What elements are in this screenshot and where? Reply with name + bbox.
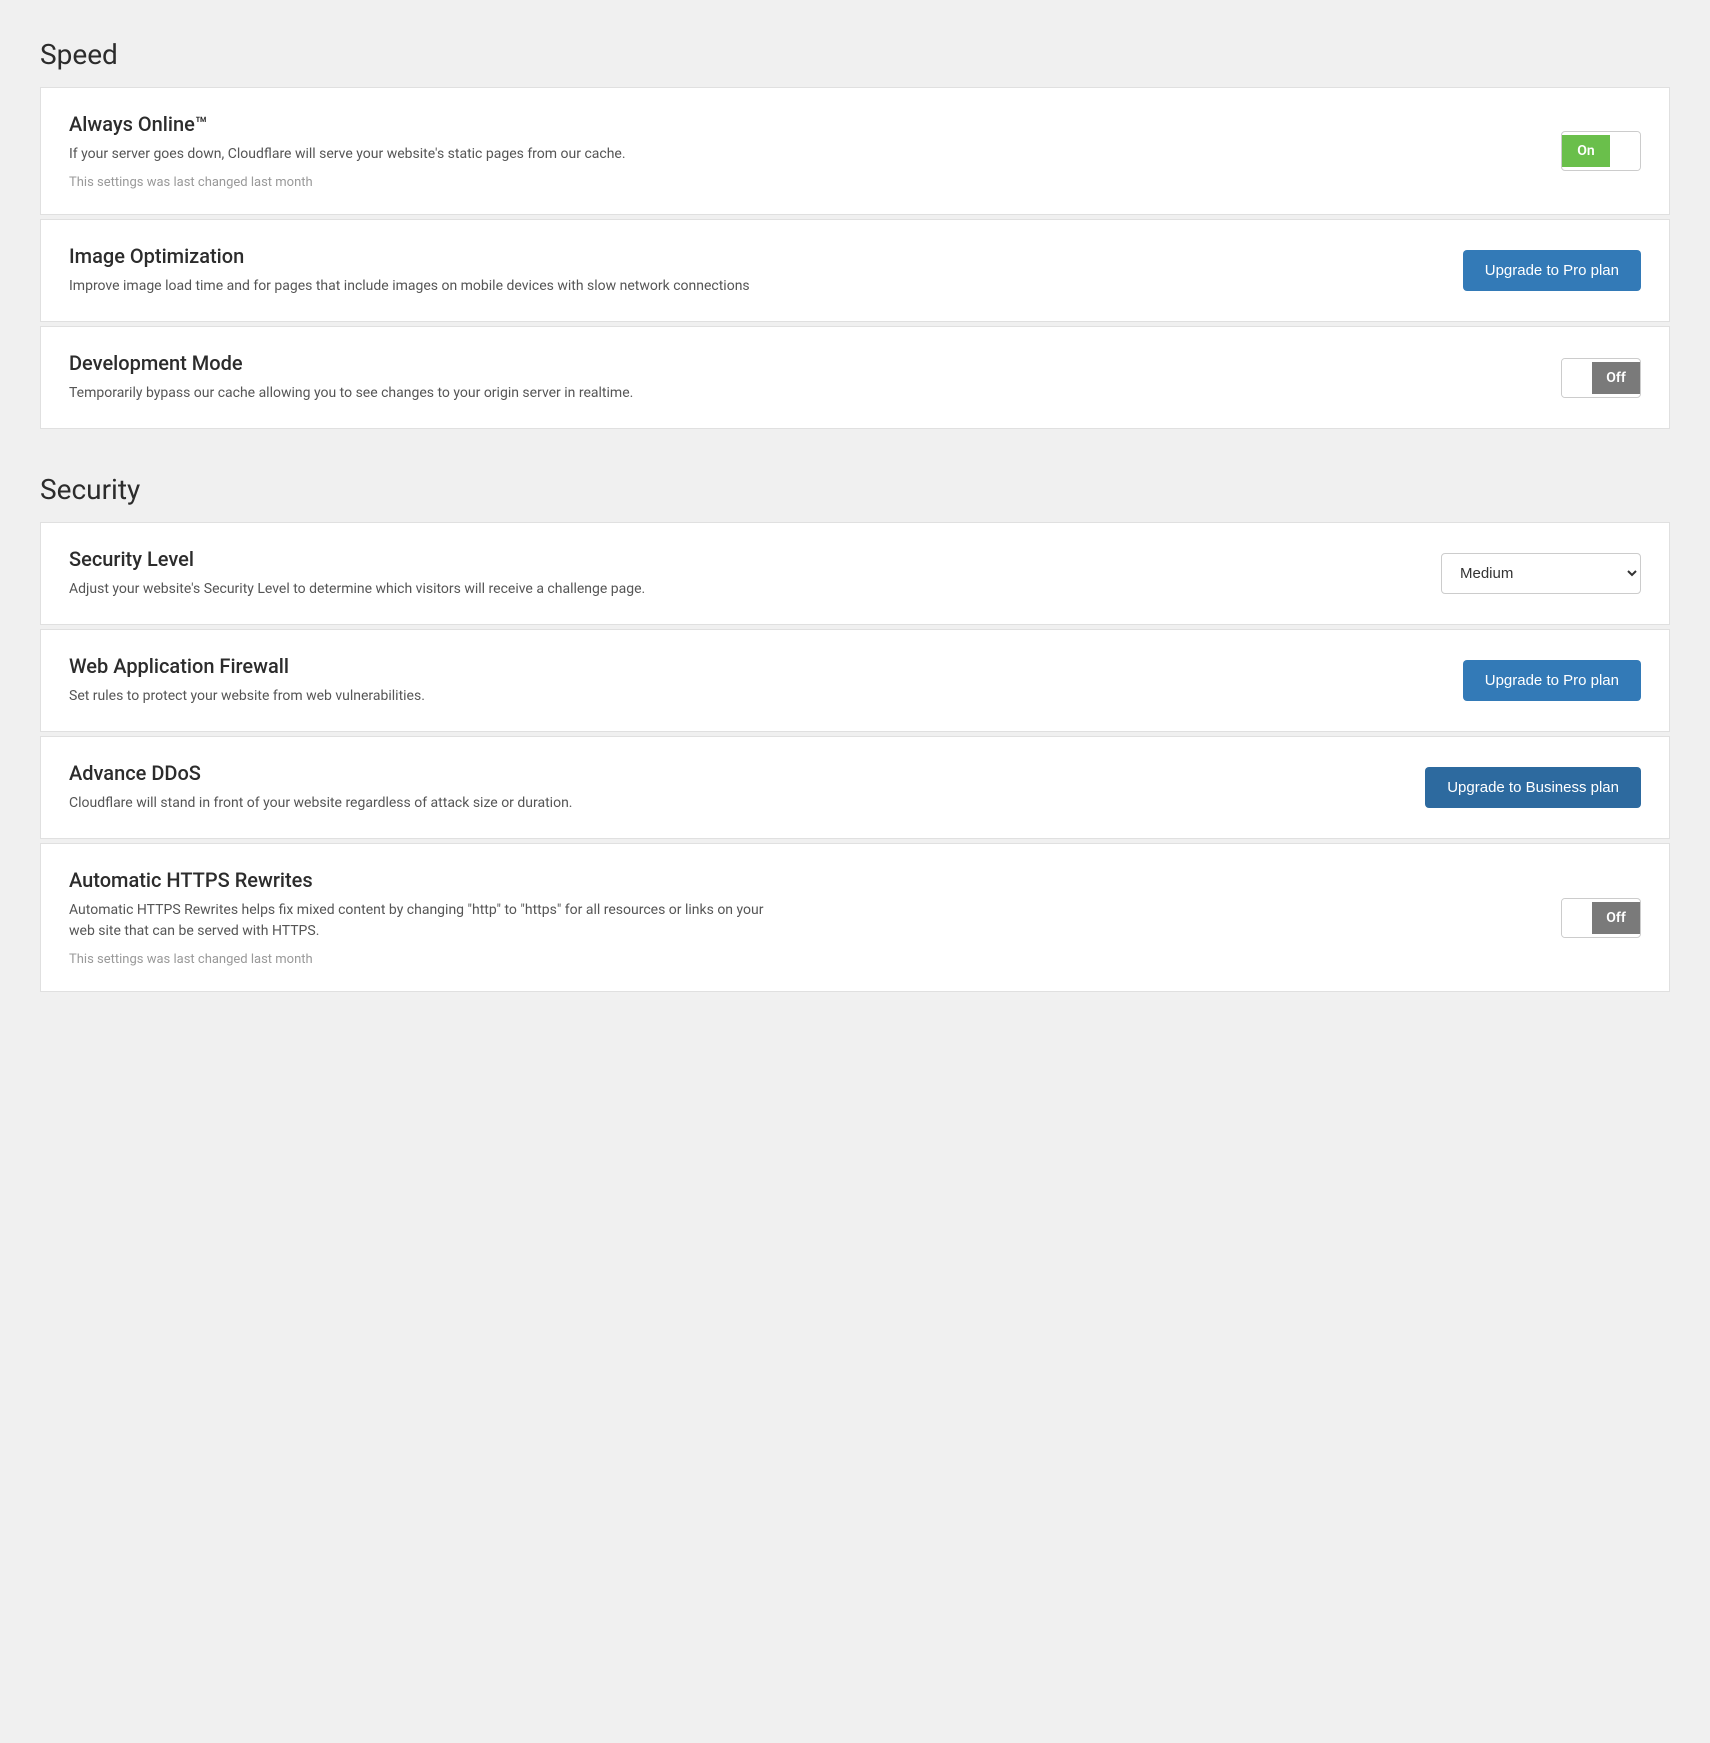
waf-row: Web Application Firewall Set rules to pr… [40,629,1670,732]
https-rewrites-row: Automatic HTTPS Rewrites Automatic HTTPS… [40,843,1670,992]
ddos-title: Advance DDoS [69,761,769,785]
security-settings-list: Security Level Adjust your website's Sec… [40,522,1670,996]
development-mode-title: Development Mode [69,351,769,375]
security-level-desc: Adjust your website's Security Level to … [69,579,769,600]
waf-control: Upgrade to Pro plan [1421,660,1641,701]
https-toggle-on-side[interactable] [1562,899,1592,937]
always-online-row: Always Online™ If your server goes down,… [40,87,1670,215]
https-rewrites-control: Off [1421,898,1641,938]
security-section-title: Security [40,473,1670,506]
toggle-on-label[interactable]: On [1562,135,1610,167]
security-level-control: Low Medium High I'm Under Attack! [1421,553,1641,594]
https-rewrites-desc: Automatic HTTPS Rewrites helps fix mixed… [69,900,769,942]
image-optimization-control: Upgrade to Pro plan [1421,250,1641,291]
toggle-off-side[interactable] [1610,132,1640,170]
security-level-title: Security Level [69,547,769,571]
development-mode-desc: Temporarily bypass our cache allowing yo… [69,383,769,404]
security-level-select[interactable]: Low Medium High I'm Under Attack! [1441,553,1641,594]
image-optimization-info: Image Optimization Improve image load ti… [69,244,769,297]
image-optimization-upgrade-button[interactable]: Upgrade to Pro plan [1463,250,1641,291]
ddos-row: Advance DDoS Cloudflare will stand in fr… [40,736,1670,839]
waf-desc: Set rules to protect your website from w… [69,686,769,707]
https-rewrites-info: Automatic HTTPS Rewrites Automatic HTTPS… [69,868,769,967]
always-online-desc: If your server goes down, Cloudflare wil… [69,144,769,165]
always-online-toggle[interactable]: On [1561,131,1641,171]
https-rewrites-meta: This settings was last changed last mont… [69,952,769,967]
security-level-row: Security Level Adjust your website's Sec… [40,522,1670,625]
speed-section-title: Speed [40,38,1670,71]
development-mode-row: Development Mode Temporarily bypass our … [40,326,1670,429]
https-rewrites-title: Automatic HTTPS Rewrites [69,868,769,892]
ddos-desc: Cloudflare will stand in front of your w… [69,793,769,814]
ddos-control: Upgrade to Business plan [1421,767,1641,808]
speed-settings-list: Always Online™ If your server goes down,… [40,87,1670,433]
development-mode-control: Off [1421,358,1641,398]
image-optimization-row: Image Optimization Improve image load ti… [40,219,1670,322]
always-online-control: On [1421,131,1641,171]
image-optimization-title: Image Optimization [69,244,769,268]
always-online-title: Always Online™ [69,112,769,136]
waf-title: Web Application Firewall [69,654,769,678]
image-optimization-desc: Improve image load time and for pages th… [69,276,769,297]
always-online-meta: This settings was last changed last mont… [69,175,769,190]
ddos-info: Advance DDoS Cloudflare will stand in fr… [69,761,769,814]
https-toggle-off-label[interactable]: Off [1592,902,1640,934]
always-online-info: Always Online™ If your server goes down,… [69,112,769,190]
development-mode-toggle[interactable]: Off [1561,358,1641,398]
waf-upgrade-button[interactable]: Upgrade to Pro plan [1463,660,1641,701]
waf-info: Web Application Firewall Set rules to pr… [69,654,769,707]
security-level-info: Security Level Adjust your website's Sec… [69,547,769,600]
https-rewrites-toggle[interactable]: Off [1561,898,1641,938]
ddos-upgrade-button[interactable]: Upgrade to Business plan [1425,767,1641,808]
toggle-off-label[interactable]: Off [1592,362,1640,394]
toggle-on-side[interactable] [1562,359,1592,397]
development-mode-info: Development Mode Temporarily bypass our … [69,351,769,404]
